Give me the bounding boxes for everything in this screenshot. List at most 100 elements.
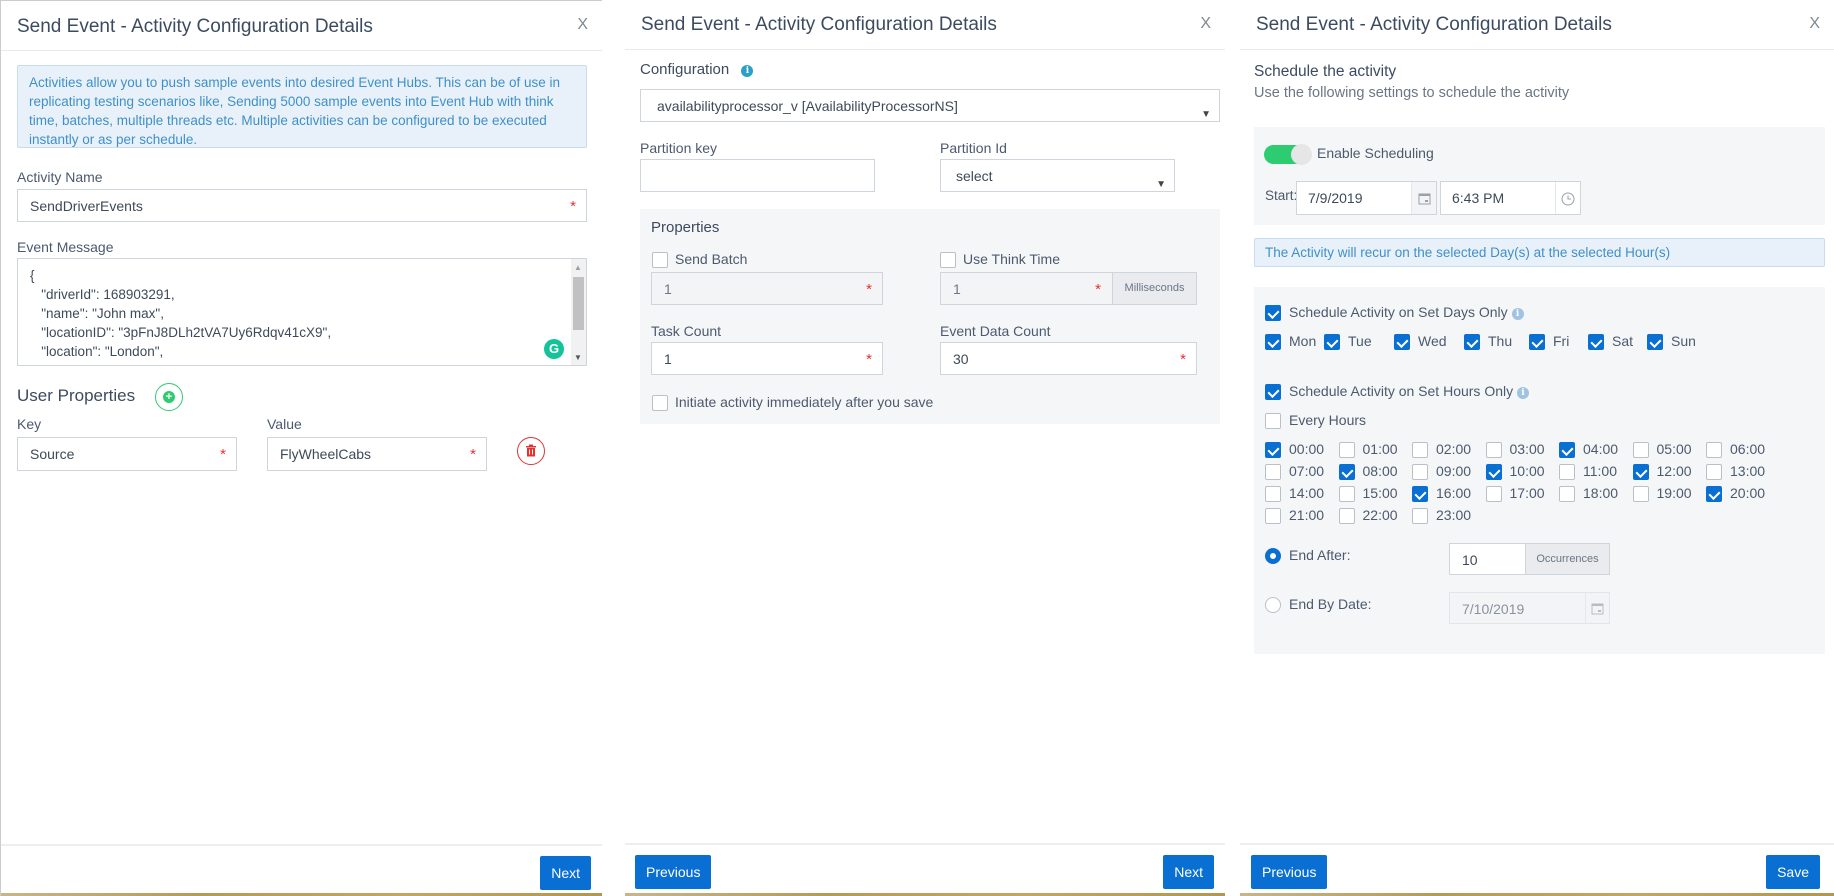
hour-label: 07:00 <box>1289 463 1325 479</box>
save-button[interactable]: Save <box>1766 855 1820 889</box>
info-icon[interactable]: i <box>741 65 754 77</box>
close-button[interactable]: X <box>1809 15 1820 33</box>
hour-checkbox[interactable] <box>1265 486 1281 502</box>
calendar-icon <box>1591 603 1604 615</box>
end-after-value: 10 <box>1462 552 1478 568</box>
event-message-line: "location": "London", <box>30 344 164 359</box>
event-message-textarea[interactable]: { "driverId": 168903291, "name": "John m… <box>17 258 587 366</box>
send-batch-checkbox[interactable] <box>652 252 668 268</box>
initiate-immediately-checkbox[interactable] <box>652 395 668 411</box>
send-batch-input[interactable]: 1 * <box>651 272 883 305</box>
partition-id-select[interactable]: select ▼ <box>940 159 1175 192</box>
hour-checkbox[interactable] <box>1338 508 1355 524</box>
delete-user-property-button[interactable] <box>517 437 545 465</box>
hour-label: 04:00 <box>1583 441 1619 457</box>
next-button[interactable]: Next <box>540 856 591 890</box>
hour-checkbox[interactable] <box>1706 486 1722 502</box>
start-time-input[interactable]: 6:43 PM <box>1440 181 1581 215</box>
configuration-value: availabilityprocessor_v [AvailabilityPro… <box>657 98 958 114</box>
clock-button[interactable] <box>1555 182 1580 214</box>
partition-key-input[interactable] <box>640 159 875 192</box>
hour-checkbox[interactable] <box>1485 464 1502 480</box>
hour-checkbox[interactable] <box>1412 464 1428 480</box>
scroll-up-icon[interactable]: ▲ <box>574 263 582 272</box>
hour-checkbox[interactable] <box>1265 508 1281 524</box>
calendar-button[interactable] <box>1411 182 1436 214</box>
enable-scheduling-toggle[interactable] <box>1264 144 1312 165</box>
day-checkbox-sun[interactable] <box>1647 334 1663 350</box>
hour-checkbox[interactable] <box>1485 442 1502 458</box>
day-checkbox-fri[interactable] <box>1529 334 1545 350</box>
grammarly-icon[interactable]: G <box>544 339 564 359</box>
day-checkbox-tue[interactable] <box>1324 334 1340 350</box>
day-checkbox-thu[interactable] <box>1464 334 1480 350</box>
properties-heading: Properties <box>651 219 720 236</box>
hour-checkbox[interactable] <box>1412 486 1428 502</box>
hour-checkbox[interactable] <box>1485 486 1502 502</box>
recurrence-section: Schedule Activity on Set Days Only i Mon… <box>1254 287 1825 654</box>
end-after-input[interactable]: 10 Occurrences <box>1449 543 1610 575</box>
scroll-down-icon[interactable]: ▼ <box>574 353 582 362</box>
trash-icon <box>526 444 536 457</box>
next-button[interactable]: Next <box>1163 855 1214 889</box>
hour-checkbox[interactable] <box>1706 442 1722 458</box>
previous-button[interactable]: Previous <box>1251 855 1328 889</box>
hour-checkbox[interactable] <box>1338 464 1355 480</box>
configuration-select[interactable]: availabilityprocessor_v [AvailabilityPro… <box>640 89 1220 122</box>
scheduling-section: Enable Scheduling Start: 7/9/2019 6:43 P… <box>1254 127 1825 225</box>
panel-header: Send Event - Activity Configuration Deta… <box>1240 0 1834 50</box>
close-button[interactable]: X <box>577 16 588 34</box>
day-checkbox-wed[interactable] <box>1394 334 1410 350</box>
hour-checkbox[interactable] <box>1559 486 1575 502</box>
set-hours-only-checkbox[interactable] <box>1265 384 1281 400</box>
textarea-scrollbar[interactable]: ▲ ▼ <box>571 259 586 365</box>
calendar-button[interactable] <box>1585 593 1609 623</box>
set-days-only-checkbox[interactable] <box>1265 305 1281 321</box>
user-property-key-input[interactable]: Source * <box>17 437 237 471</box>
hour-label: 08:00 <box>1362 463 1398 479</box>
hour-checkbox[interactable] <box>1706 464 1722 480</box>
hour-checkbox[interactable] <box>1265 464 1281 480</box>
recur-info-alert: The Activity will recur on the selected … <box>1254 238 1825 267</box>
required-indicator: * <box>866 351 872 368</box>
event-data-count-value: 30 <box>953 351 969 367</box>
hour-checkbox[interactable] <box>1632 464 1649 480</box>
hour-label: 09:00 <box>1436 463 1472 479</box>
event-data-count-input[interactable]: 30 * <box>940 342 1197 375</box>
start-date-input[interactable]: 7/9/2019 <box>1296 181 1437 215</box>
chevron-down-icon: ▼ <box>1201 109 1211 120</box>
info-icon[interactable]: i <box>1511 308 1524 320</box>
required-indicator: * <box>1095 281 1101 298</box>
hour-checkbox[interactable] <box>1632 486 1649 502</box>
end-by-date-input[interactable]: 7/10/2019 <box>1449 592 1610 624</box>
hour-checkbox[interactable] <box>1412 508 1428 524</box>
every-hours-checkbox[interactable] <box>1265 413 1281 429</box>
task-count-input[interactable]: 1 * <box>651 342 883 375</box>
panel-header: Send Event - Activity Configuration Deta… <box>1 1 602 51</box>
hour-checkbox[interactable] <box>1559 442 1575 458</box>
hour-label: 16:00 <box>1436 485 1472 501</box>
user-properties-heading: User Properties <box>17 386 136 405</box>
hour-checkbox[interactable] <box>1338 486 1355 502</box>
hour-checkbox[interactable] <box>1412 442 1428 458</box>
use-think-time-checkbox[interactable] <box>940 252 956 268</box>
hour-checkbox[interactable] <box>1338 442 1355 458</box>
previous-button[interactable]: Previous <box>635 855 712 889</box>
scrollbar-thumb[interactable] <box>573 277 584 330</box>
hour-checkbox[interactable] <box>1559 464 1575 480</box>
activity-name-input[interactable]: SendDriverEvents * <box>17 189 587 222</box>
hour-label: 14:00 <box>1289 485 1325 501</box>
add-user-property-button[interactable]: + <box>155 383 183 411</box>
info-icon[interactable]: i <box>1517 387 1529 399</box>
close-button[interactable]: X <box>1200 15 1211 33</box>
day-checkbox-sat[interactable] <box>1588 334 1604 350</box>
day-checkbox-mon[interactable] <box>1265 334 1281 350</box>
think-time-input[interactable]: 1 * Milliseconds <box>940 272 1197 305</box>
hour-checkbox[interactable] <box>1632 442 1649 458</box>
end-after-radio[interactable] <box>1265 548 1281 564</box>
user-property-value-input[interactable]: FlyWheelCabs * <box>267 437 487 471</box>
end-by-date-radio[interactable] <box>1265 597 1281 613</box>
day-label: Thu <box>1488 333 1513 349</box>
hour-checkbox[interactable] <box>1265 442 1281 458</box>
properties-section: Properties Send Batch 1 * Use Think Time… <box>640 209 1220 424</box>
